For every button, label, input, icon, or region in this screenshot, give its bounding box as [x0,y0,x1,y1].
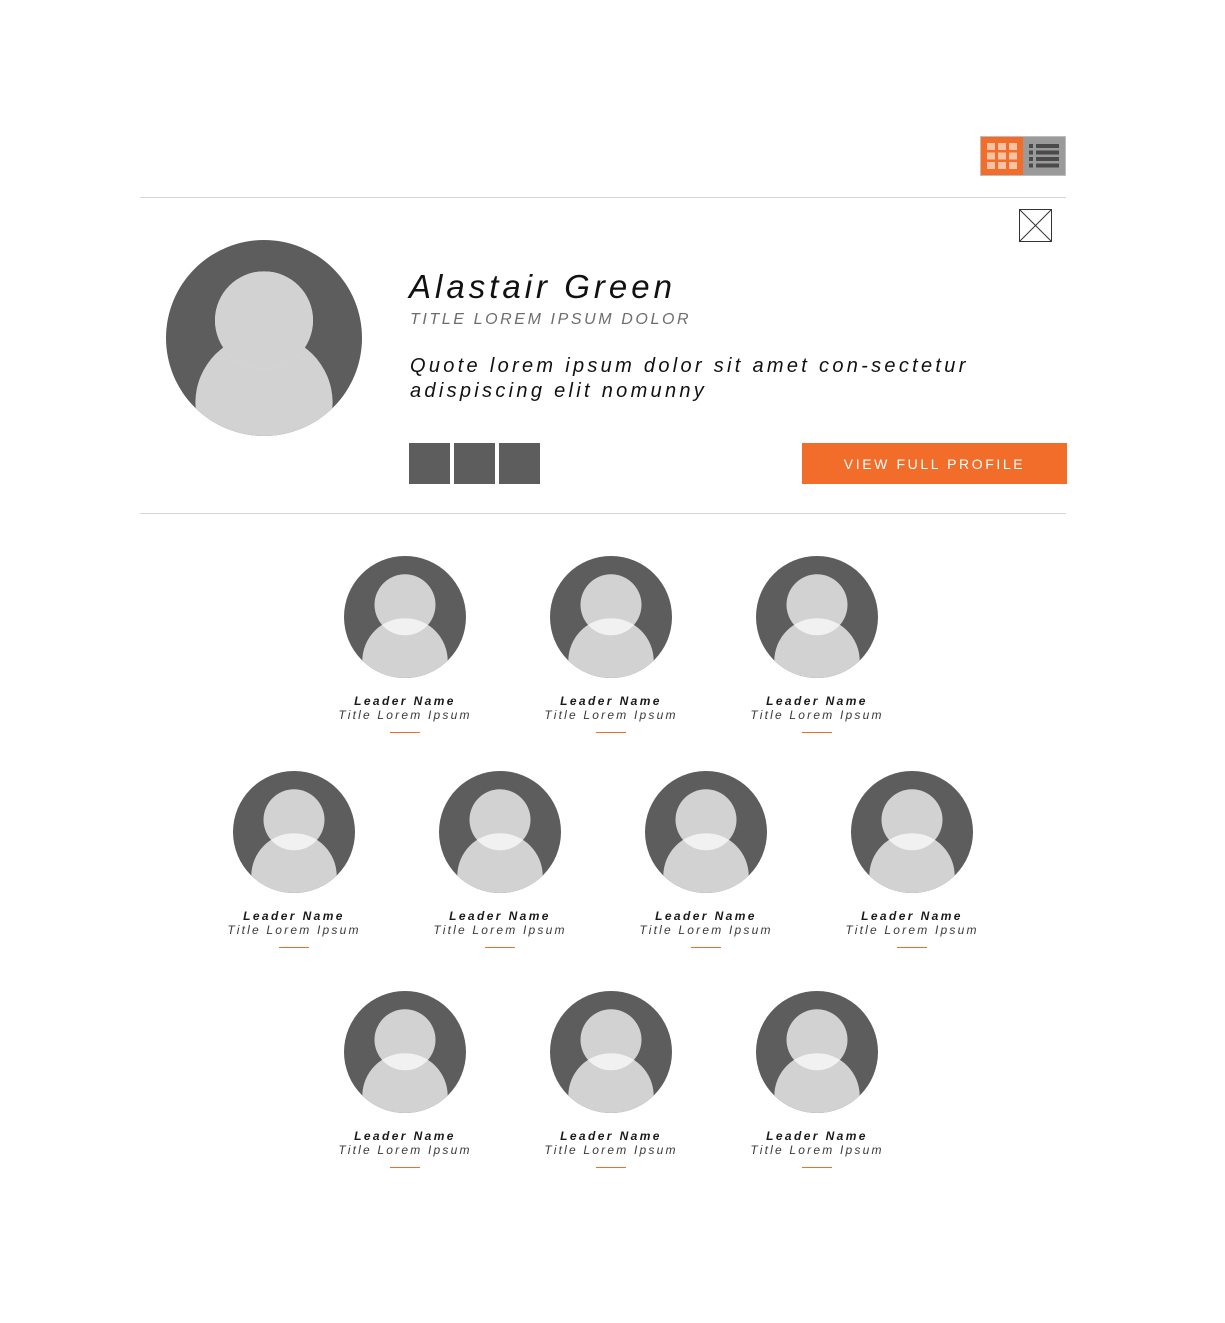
leader-underline [390,1167,420,1168]
leader-name: Leader Name [766,1129,868,1143]
leader-card[interactable]: Leader Name Title Lorem Ipsum [511,991,711,1168]
avatar [645,771,767,893]
avatar [233,771,355,893]
leader-title: Title Lorem Ipsum [845,923,979,937]
avatar [550,556,672,678]
social-links [409,443,540,484]
leader-name: Leader Name [560,694,662,708]
leader-card[interactable]: Leader Name Title Lorem Ipsum [305,991,505,1168]
avatar [756,991,878,1113]
leader-card[interactable]: Leader Name Title Lorem Ipsum [511,556,711,733]
leader-card[interactable]: Leader Name Title Lorem Ipsum [194,771,394,948]
featured-name: Alastair Green [409,268,676,305]
grid-view-icon [987,143,1017,169]
avatar [344,991,466,1113]
leader-card[interactable]: Leader Name Title Lorem Ipsum [717,991,917,1168]
list-view-button[interactable] [1023,137,1065,175]
grid-view-button[interactable] [981,137,1023,175]
list-view-icon [1029,144,1059,168]
leader-title: Title Lorem Ipsum [750,1143,884,1157]
view-full-profile-button[interactable]: VIEW FULL PROFILE [802,443,1067,484]
leader-title: Title Lorem Ipsum [338,708,472,722]
leader-underline [802,732,832,733]
leader-underline [279,947,309,948]
leader-title: Title Lorem Ipsum [433,923,567,937]
leader-title: Title Lorem Ipsum [639,923,773,937]
leader-title: Title Lorem Ipsum [544,708,678,722]
social-link-icon[interactable] [409,443,450,484]
leader-underline [390,732,420,733]
leader-name: Leader Name [449,909,551,923]
social-link-icon[interactable] [499,443,540,484]
leader-card[interactable]: Leader Name Title Lorem Ipsum [606,771,806,948]
leader-underline [485,947,515,948]
avatar [756,556,878,678]
featured-avatar [166,240,362,436]
top-divider [140,197,1066,198]
avatar [851,771,973,893]
bottom-divider [140,513,1066,514]
leader-name: Leader Name [861,909,963,923]
leader-name: Leader Name [354,1129,456,1143]
leader-underline [897,947,927,948]
leader-title: Title Lorem Ipsum [338,1143,472,1157]
leader-card[interactable]: Leader Name Title Lorem Ipsum [717,556,917,733]
leader-title: Title Lorem Ipsum [544,1143,678,1157]
leader-card[interactable]: Leader Name Title Lorem Ipsum [305,556,505,733]
leader-underline [802,1167,832,1168]
leader-name: Leader Name [354,694,456,708]
leader-name: Leader Name [243,909,345,923]
avatar [344,556,466,678]
avatar [439,771,561,893]
leader-name: Leader Name [560,1129,662,1143]
view-toggle [980,136,1066,176]
leader-title: Title Lorem Ipsum [227,923,361,937]
leader-title: Title Lorem Ipsum [750,708,884,722]
leader-name: Leader Name [655,909,757,923]
featured-title: TITLE LOREM IPSUM DOLOR [410,311,692,328]
leader-card[interactable]: Leader Name Title Lorem Ipsum [812,771,1012,948]
leader-card[interactable]: Leader Name Title Lorem Ipsum [400,771,600,948]
leader-underline [691,947,721,948]
close-icon[interactable] [1019,209,1052,242]
leader-name: Leader Name [766,694,868,708]
leader-underline [596,732,626,733]
social-link-icon[interactable] [454,443,495,484]
avatar [550,991,672,1113]
featured-quote: Quote lorem ipsum dolor sit amet con-sec… [410,355,969,402]
leader-underline [596,1167,626,1168]
